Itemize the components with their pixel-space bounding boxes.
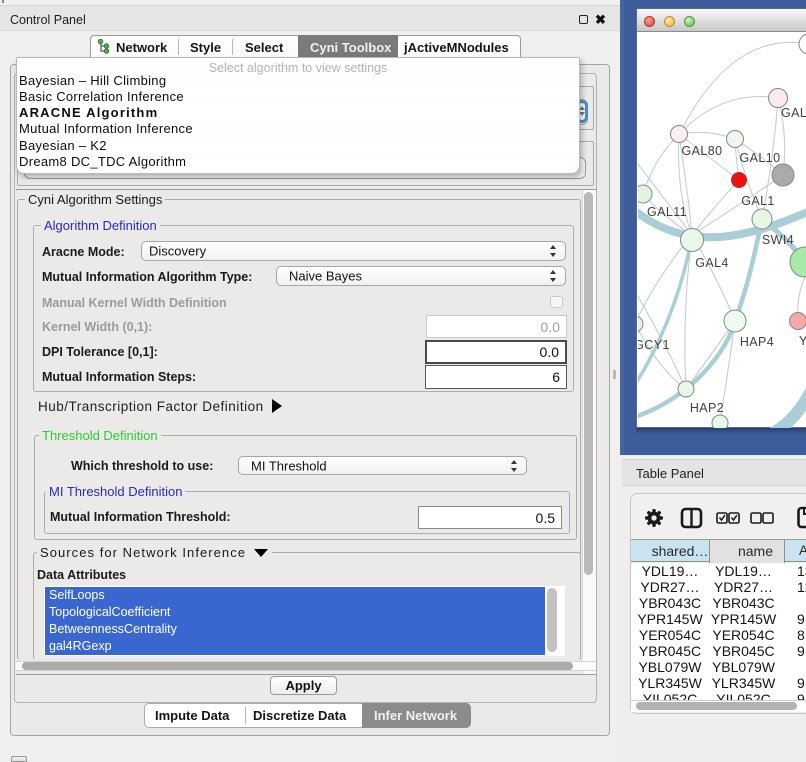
svg-text:GAL11: GAL11 <box>647 205 687 219</box>
svg-text:GAL4: GAL4 <box>695 256 729 270</box>
svg-text:SWI4: SWI4 <box>762 233 794 247</box>
svg-text:GAL80: GAL80 <box>682 144 723 158</box>
svg-text:GAL1: GAL1 <box>741 194 775 208</box>
svg-text:GCY1: GCY1 <box>638 338 670 352</box>
svg-text:HAP2: HAP2 <box>690 401 724 415</box>
svg-text:YE: YE <box>799 334 806 348</box>
svg-text:GAL10: GAL10 <box>740 151 781 165</box>
svg-text:GAL7: GAL7 <box>781 106 806 120</box>
svg-text:HAP4: HAP4 <box>740 335 774 349</box>
